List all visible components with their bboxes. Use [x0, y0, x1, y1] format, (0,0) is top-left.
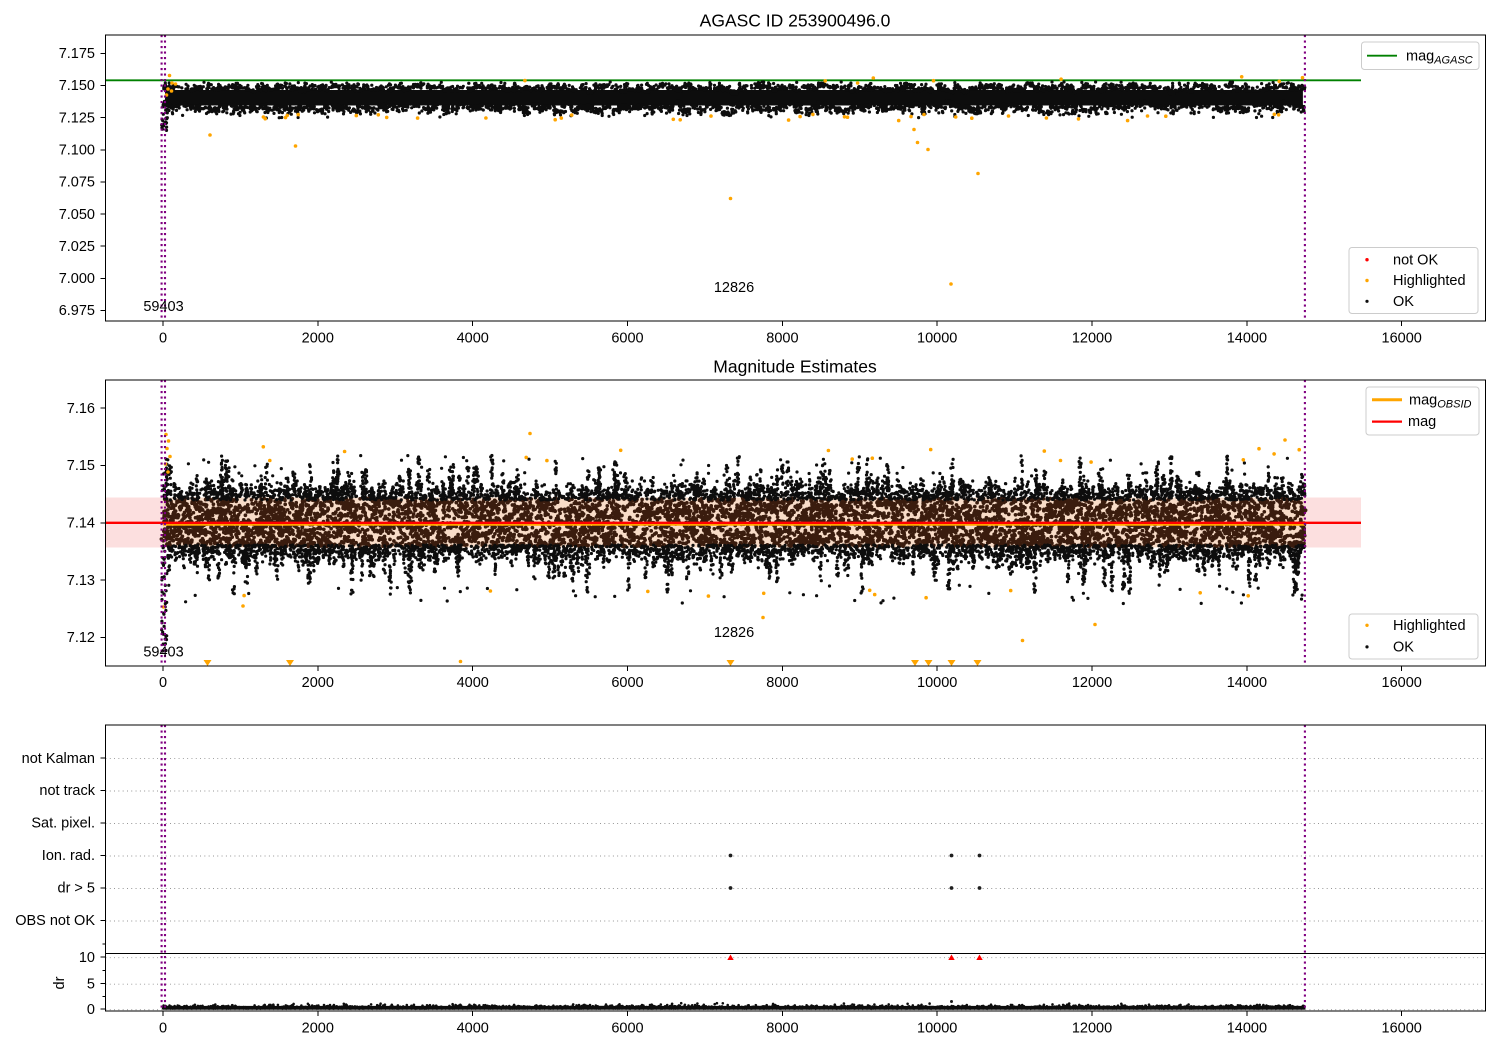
svg-text:7.125: 7.125	[59, 110, 95, 126]
svg-text:7.000: 7.000	[59, 271, 95, 287]
svg-text:4000: 4000	[457, 675, 489, 691]
svg-text:10000: 10000	[917, 1021, 957, 1037]
svg-text:2000: 2000	[302, 331, 334, 347]
svg-text:10000: 10000	[917, 331, 957, 347]
svg-text:7.14: 7.14	[67, 516, 95, 532]
svg-text:7.12: 7.12	[67, 630, 95, 646]
svg-text:14000: 14000	[1227, 331, 1267, 347]
svg-text:10: 10	[79, 950, 95, 966]
svg-text:Highlighted: Highlighted	[1393, 618, 1466, 634]
svg-text:OK: OK	[1393, 294, 1414, 310]
svg-text:OBS not OK: OBS not OK	[15, 913, 95, 929]
svg-text:7.025: 7.025	[59, 239, 95, 255]
svg-text:Ion. rad.: Ion. rad.	[42, 848, 95, 864]
svg-text:16000: 16000	[1382, 675, 1422, 691]
svg-text:0: 0	[87, 1002, 95, 1018]
svg-text:6.975: 6.975	[59, 303, 95, 319]
svg-text:10000: 10000	[917, 675, 957, 691]
svg-text:2000: 2000	[302, 1021, 334, 1037]
svg-text:not track: not track	[39, 783, 95, 799]
svg-text:dr: dr	[52, 976, 68, 989]
svg-text:Magnitude Estimates: Magnitude Estimates	[713, 357, 877, 377]
svg-text:6000: 6000	[611, 675, 643, 691]
svg-text:14000: 14000	[1227, 675, 1267, 691]
svg-text:0: 0	[159, 331, 167, 347]
svg-text:0: 0	[159, 1021, 167, 1037]
svg-text:mag: mag	[1408, 414, 1436, 430]
svg-text:0: 0	[159, 675, 167, 691]
svg-text:7.16: 7.16	[67, 401, 95, 417]
svg-text:16000: 16000	[1382, 331, 1422, 347]
svg-text:59403: 59403	[143, 299, 183, 315]
svg-text:4000: 4000	[457, 331, 489, 347]
svg-text:5: 5	[87, 976, 95, 992]
svg-text:7.13: 7.13	[67, 573, 95, 589]
svg-text:8000: 8000	[766, 1021, 798, 1037]
svg-text:7.150: 7.150	[59, 78, 95, 94]
svg-text:16000: 16000	[1382, 1021, 1422, 1037]
svg-text:12000: 12000	[1072, 1021, 1112, 1037]
svg-text:2000: 2000	[302, 675, 334, 691]
svg-text:4000: 4000	[457, 1021, 489, 1037]
svg-text:7.075: 7.075	[59, 175, 95, 191]
svg-text:Sat. pixel.: Sat. pixel.	[31, 816, 95, 832]
svg-text:OK: OK	[1393, 640, 1414, 656]
svg-text:7.100: 7.100	[59, 142, 95, 158]
svg-text:7.050: 7.050	[59, 207, 95, 223]
svg-text:AGASC ID 253900496.0: AGASC ID 253900496.0	[700, 11, 891, 31]
svg-text:dr > 5: dr > 5	[58, 881, 95, 897]
svg-text:8000: 8000	[766, 331, 798, 347]
svg-text:12000: 12000	[1072, 331, 1112, 347]
svg-text:Highlighted: Highlighted	[1393, 273, 1466, 289]
svg-text:12826: 12826	[714, 280, 754, 296]
svg-text:8000: 8000	[766, 675, 798, 691]
svg-text:59403: 59403	[143, 645, 183, 661]
svg-text:6000: 6000	[611, 331, 643, 347]
svg-text:6000: 6000	[611, 1021, 643, 1037]
svg-text:14000: 14000	[1227, 1021, 1267, 1037]
svg-text:7.175: 7.175	[59, 46, 95, 62]
svg-text:not OK: not OK	[1393, 252, 1438, 268]
svg-text:7.15: 7.15	[67, 458, 95, 474]
svg-text:12000: 12000	[1072, 675, 1112, 691]
svg-text:12826: 12826	[714, 625, 754, 641]
svg-text:not Kalman: not Kalman	[22, 751, 95, 767]
